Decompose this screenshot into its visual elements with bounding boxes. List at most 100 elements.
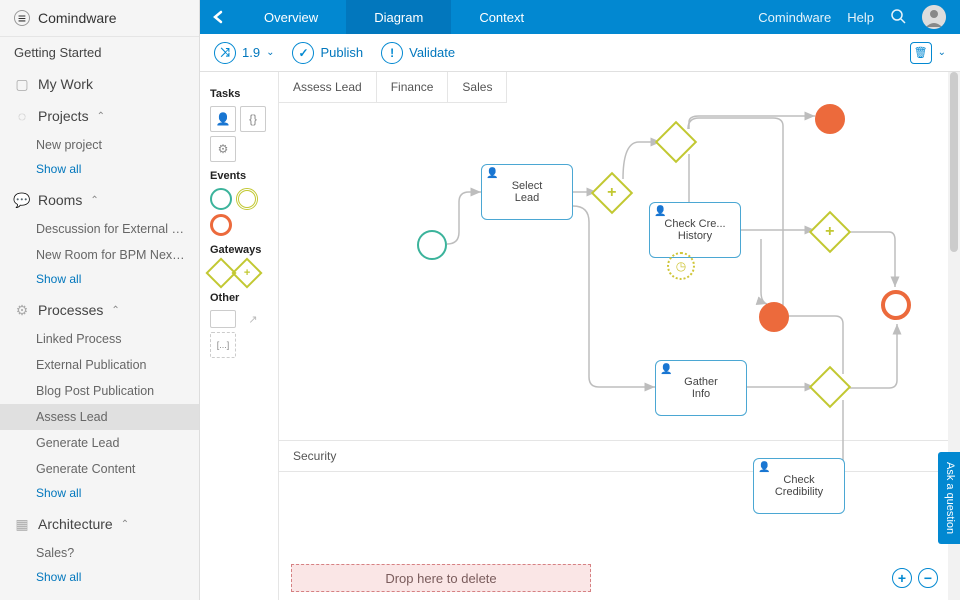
publish-button[interactable]: ✓ Publish (292, 42, 363, 64)
chevron-up-icon: ⌃ (97, 111, 105, 122)
palette-end-event[interactable] (210, 214, 232, 236)
trash-icon: 🗑 (910, 42, 932, 64)
palette-annotation[interactable]: [...] (210, 332, 236, 358)
zoom-in-button[interactable]: + (892, 568, 912, 588)
nav-my-work[interactable]: ▢ My Work (0, 68, 199, 100)
lane-assess-lead[interactable]: Assess Lead (279, 72, 377, 103)
user-avatar[interactable] (922, 5, 946, 29)
start-event[interactable] (417, 230, 447, 260)
sidebar-item-process[interactable]: External Publication (0, 352, 199, 378)
palette-start-event[interactable] (210, 188, 232, 210)
end-event-open[interactable] (881, 290, 911, 320)
architecture-show-all[interactable]: Show all (0, 566, 199, 592)
palette-user-task[interactable]: 👤 (210, 106, 236, 132)
exclusive-gateway[interactable] (809, 366, 851, 408)
brand-link[interactable]: Comindware (758, 10, 831, 25)
scrollbar-thumb[interactable] (950, 72, 958, 252)
palette-script-task[interactable]: {} (240, 106, 266, 132)
lane-security[interactable]: Security (279, 440, 960, 472)
sidebar-item-room[interactable]: Descussion for External Publ... (0, 216, 199, 242)
sidebar-item-process[interactable]: Blog Post Publication (0, 378, 199, 404)
delete-button[interactable]: 🗑 ⌄ (910, 42, 946, 64)
zoom-out-button[interactable]: − (918, 568, 938, 588)
sidebar: ≡ Comindware Getting Started ▢ My Work ◌… (0, 0, 200, 600)
palette-parallel-gateway[interactable]: + (231, 257, 262, 288)
tab-overview[interactable]: Overview (236, 0, 346, 34)
chevron-left-icon (212, 10, 224, 24)
nav-projects[interactable]: ◌ Projects ⌃ (0, 100, 199, 132)
palette-pool[interactable] (210, 310, 236, 328)
parallel-gateway[interactable]: + (809, 211, 851, 253)
nav-label: Projects (38, 108, 89, 124)
lane-finance[interactable]: Finance (377, 72, 449, 103)
nav-processes[interactable]: ⚙ Processes ⌃ (0, 294, 199, 326)
architecture-icon: ▦ (14, 516, 30, 532)
canvas[interactable]: Assess Lead Finance Sales Security (278, 72, 960, 600)
exclusive-gateway[interactable] (655, 121, 697, 163)
palette-events-label: Events (210, 170, 268, 182)
projects-icon: ◌ (14, 108, 30, 124)
end-event[interactable] (759, 302, 789, 332)
chevron-down-icon: ⌄ (266, 47, 274, 58)
delete-drop-zone[interactable]: Drop here to delete (291, 564, 591, 592)
nav-rooms[interactable]: 💬 Rooms ⌃ (0, 184, 199, 216)
sidebar-item-room[interactable]: New Room for BPM Next De... (0, 242, 199, 268)
nav-getting-started[interactable]: Getting Started (0, 37, 199, 68)
timer-event[interactable]: ◷ (667, 252, 695, 280)
sidebar-item-process[interactable]: Generate Content (0, 456, 199, 482)
flow-connectors (279, 72, 960, 600)
version-label: 1.9 (242, 45, 260, 60)
tab-diagram[interactable]: Diagram (346, 0, 451, 34)
user-icon: 👤 (486, 168, 498, 179)
brand-name: Comindware (38, 10, 117, 26)
task-select-lead[interactable]: 👤 Select Lead (481, 164, 573, 220)
validate-button[interactable]: ! Validate (381, 42, 455, 64)
menu-icon: ≡ (14, 10, 30, 26)
task-check-history[interactable]: 👤 Check Cre... History (649, 202, 741, 258)
sidebar-item-process-assess-lead[interactable]: Assess Lead (0, 404, 199, 430)
sidebar-item-arch[interactable]: Sales? (0, 540, 199, 566)
palette-service-task[interactable]: ⚙ (210, 136, 236, 162)
palette-sequence-flow[interactable]: ↗ (240, 310, 266, 328)
topbar: Overview Diagram Context Comindware Help (200, 0, 960, 34)
sidebar-item-process[interactable]: Generate Lead (0, 430, 199, 456)
palette-gateways-label: Gateways (210, 244, 268, 256)
rooms-show-all[interactable]: Show all (0, 268, 199, 294)
task-label: Gather Info (684, 376, 718, 400)
back-button[interactable] (200, 0, 236, 34)
ask-question-tab[interactable]: Ask a question (938, 452, 960, 544)
help-link[interactable]: Help (847, 10, 874, 25)
processes-icon: ⚙ (14, 302, 30, 318)
publish-label: Publish (320, 45, 363, 60)
user-icon: 👤 (758, 462, 770, 473)
nav-label: Architecture (38, 516, 113, 532)
end-event[interactable] (815, 104, 845, 134)
alert-icon: ! (381, 42, 403, 64)
projects-show-all[interactable]: Show all (0, 158, 199, 184)
palette: Tasks 👤 {} ⚙ Events Gateways (200, 72, 278, 600)
task-check-credibility[interactable]: 👤 Check Credibility (753, 458, 845, 514)
sidebar-item-process[interactable]: Linked Process (0, 326, 199, 352)
sidebar-item-new-project[interactable]: New project (0, 132, 199, 158)
workspace: Tasks 👤 {} ⚙ Events Gateways (200, 72, 960, 600)
nav-label: Getting Started (14, 45, 101, 60)
validate-label: Validate (409, 45, 455, 60)
nav-label: Processes (38, 302, 103, 318)
nav-records[interactable]: ▤ Records ⌃ (0, 592, 199, 600)
toolbar: ⤨ 1.9 ⌄ ✓ Publish ! Validate 🗑 ⌄ (200, 34, 960, 72)
user-icon: 👤 (660, 364, 672, 375)
user-icon: 👤 (654, 206, 666, 217)
palette-intermediate-event[interactable] (236, 188, 258, 210)
nav-architecture[interactable]: ▦ Architecture ⌃ (0, 508, 199, 540)
main-area: Overview Diagram Context Comindware Help… (200, 0, 960, 600)
tab-context[interactable]: Context (451, 0, 552, 34)
lane-headers: Assess Lead Finance Sales (279, 72, 507, 103)
version-selector[interactable]: ⤨ 1.9 ⌄ (214, 42, 274, 64)
parallel-gateway[interactable]: + (591, 172, 633, 214)
task-gather-info[interactable]: 👤 Gather Info (655, 360, 747, 416)
brand-header[interactable]: ≡ Comindware (0, 0, 199, 37)
search-icon[interactable] (890, 8, 906, 27)
lane-sales[interactable]: Sales (448, 72, 507, 103)
processes-show-all[interactable]: Show all (0, 482, 199, 508)
chevron-down-icon: ⌄ (938, 47, 946, 58)
